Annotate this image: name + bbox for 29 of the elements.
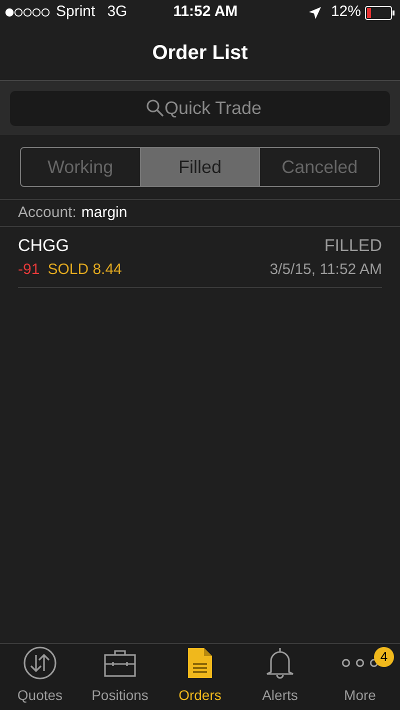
- order-action: SOLD 8.44: [48, 260, 122, 280]
- tab-bar-item[interactable]: Orders: [160, 644, 240, 710]
- more-icon: [341, 658, 379, 668]
- battery-percent: 12%: [330, 2, 361, 22]
- order-quantity: -91: [18, 260, 40, 280]
- notification-badge: 4: [374, 647, 394, 667]
- bell-icon: [265, 646, 295, 680]
- tab-bar-item[interactable]: Quotes: [0, 644, 80, 710]
- search-icon: [146, 98, 164, 116]
- segment-tab[interactable]: Filled: [140, 148, 260, 186]
- order-time: 3/5/15, 11:52 AM: [270, 260, 382, 280]
- account-label: Account:: [18, 202, 76, 223]
- quick-trade-search-field[interactable]: Quick Trade: [10, 90, 390, 126]
- location-arrow-icon: [308, 6, 321, 18]
- tab-bar-item[interactable]: Alerts: [240, 644, 320, 710]
- account-name: margin: [81, 202, 128, 223]
- clock: 11:52 AM: [173, 2, 238, 22]
- tab-bar-item[interactable]: Positions: [80, 644, 160, 710]
- briefcase-icon: [103, 648, 137, 678]
- up-down-arrows-icon: [23, 646, 57, 680]
- battery-icon: [365, 6, 395, 20]
- network-type: 3G: [107, 2, 128, 22]
- document-icon: [187, 646, 213, 678]
- tab-bar-item[interactable]: More 4: [320, 644, 400, 710]
- carrier: Sprint: [56, 2, 96, 22]
- order-symbol: CHGG: [18, 235, 70, 257]
- order-status: FILLED: [324, 235, 382, 257]
- signal-icon: [5, 8, 51, 17]
- page-title: Order List: [152, 40, 248, 66]
